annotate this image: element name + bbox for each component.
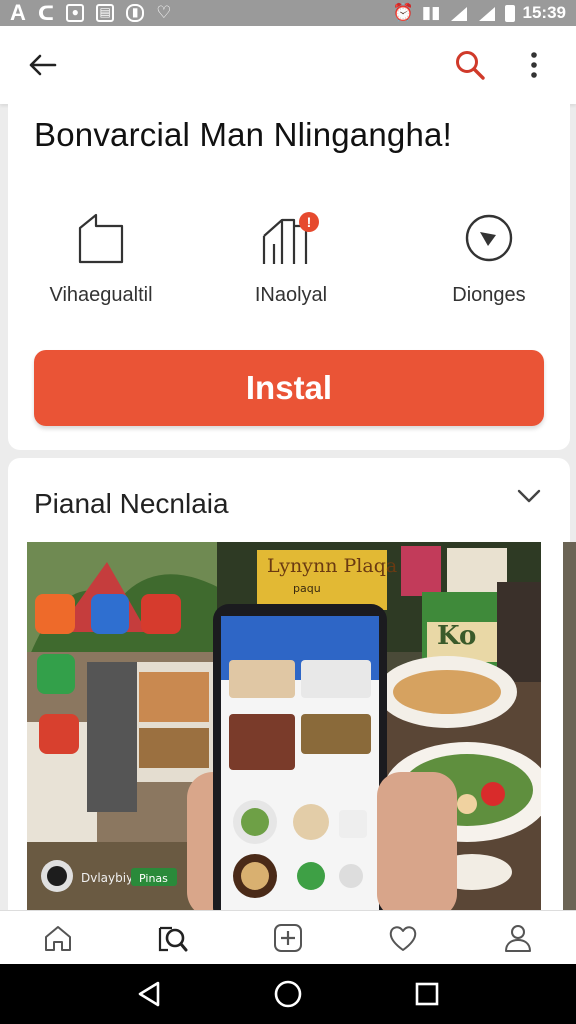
signal-icon xyxy=(478,7,495,21)
system-back-button[interactable] xyxy=(125,970,173,1018)
feature-label: INaolyal xyxy=(254,284,328,306)
hero-caption: Dvlaybiy xyxy=(81,871,133,885)
alarm-icon: ⏰ xyxy=(392,3,414,22)
feed-title: Pianal Necnlaia xyxy=(34,488,229,519)
compass-icon xyxy=(465,214,513,262)
hero-poster-text: Ko xyxy=(437,621,476,651)
recents-square-icon xyxy=(415,982,438,1006)
search-button[interactable] xyxy=(452,47,488,83)
back-triangle-icon xyxy=(139,981,160,1007)
app-bar xyxy=(0,26,576,104)
battery-icon xyxy=(504,4,515,22)
heart-icon xyxy=(389,925,417,951)
nav-favorites[interactable] xyxy=(379,914,427,962)
status-right: ⏰ ▮▮ 15:39 xyxy=(393,3,566,23)
home-icon xyxy=(44,925,71,951)
hero-image[interactable]: Lynynn Plaqa paqu Ko Dvlaybiy Pinas xyxy=(27,542,541,918)
back-button[interactable] xyxy=(24,47,60,83)
lock-icon: ▮ xyxy=(126,4,145,22)
add-icon xyxy=(273,923,302,952)
nav-home[interactable] xyxy=(34,914,82,962)
back-arrow-icon xyxy=(29,54,57,76)
chart-icon: ! xyxy=(262,212,319,264)
location-icon: ♡ xyxy=(156,3,172,22)
document-icon xyxy=(78,213,124,264)
chevron-down-icon xyxy=(517,489,541,503)
nav-search[interactable] xyxy=(149,914,197,962)
feature-item-compass[interactable]: Dionges xyxy=(404,208,574,307)
feature-label: Vihaegualtil xyxy=(49,284,153,306)
c-letter-icon: ᑕ xyxy=(37,2,55,25)
search-icon xyxy=(158,926,188,951)
hero-sign-sub: paqu xyxy=(293,582,321,595)
feed-card: Pianal Necnlaia Lynynn Plaqa paqu Ko Dvl… xyxy=(8,458,570,918)
status-left-icons: A ᑕ ● ▤ ▮ ♡ xyxy=(10,0,171,26)
hero-caption-chip: Pinas xyxy=(139,872,168,885)
feature-item-chart[interactable]: ! INaolyal xyxy=(206,208,376,307)
feature-label: Dionges xyxy=(452,284,526,306)
next-card-peek xyxy=(563,542,576,912)
app-title: Bonvarcial Man Nlingangha! xyxy=(34,116,452,153)
system-nav-bar xyxy=(0,964,576,1024)
vibrate-icon: ▮▮ xyxy=(421,3,441,22)
chart-badge: ! xyxy=(307,214,312,230)
install-button[interactable]: Instal xyxy=(34,350,544,426)
app-info-card: Bonvarcial Man Nlingangha! Vihaegualtil … xyxy=(8,102,570,450)
a-letter-icon: A xyxy=(10,0,26,25)
status-time: 15:39 xyxy=(522,3,566,22)
overflow-menu-button[interactable] xyxy=(516,47,552,83)
system-recents-button[interactable] xyxy=(403,970,451,1018)
wifi-icon xyxy=(450,7,467,21)
nav-add[interactable] xyxy=(264,914,312,962)
photo-icon: ▤ xyxy=(96,4,115,22)
nav-profile[interactable] xyxy=(494,914,542,962)
system-home-button[interactable] xyxy=(264,970,312,1018)
expand-button[interactable] xyxy=(516,488,542,509)
feature-item-document[interactable]: Vihaegualtil xyxy=(16,208,186,307)
overflow-menu-icon xyxy=(531,52,537,78)
status-bar: A ᑕ ● ▤ ▮ ♡ ⏰ ▮▮ 15:39 xyxy=(0,0,576,26)
hero-sign-text: Lynynn Plaqa xyxy=(267,555,397,577)
bottom-nav xyxy=(0,910,576,964)
profile-icon xyxy=(505,924,532,952)
food-app-promo-image: Lynynn Plaqa paqu Ko Dvlaybiy Pinas xyxy=(27,542,541,918)
home-circle-icon xyxy=(274,980,302,1008)
search-icon xyxy=(456,51,485,80)
notification-icon: ● xyxy=(66,4,85,22)
